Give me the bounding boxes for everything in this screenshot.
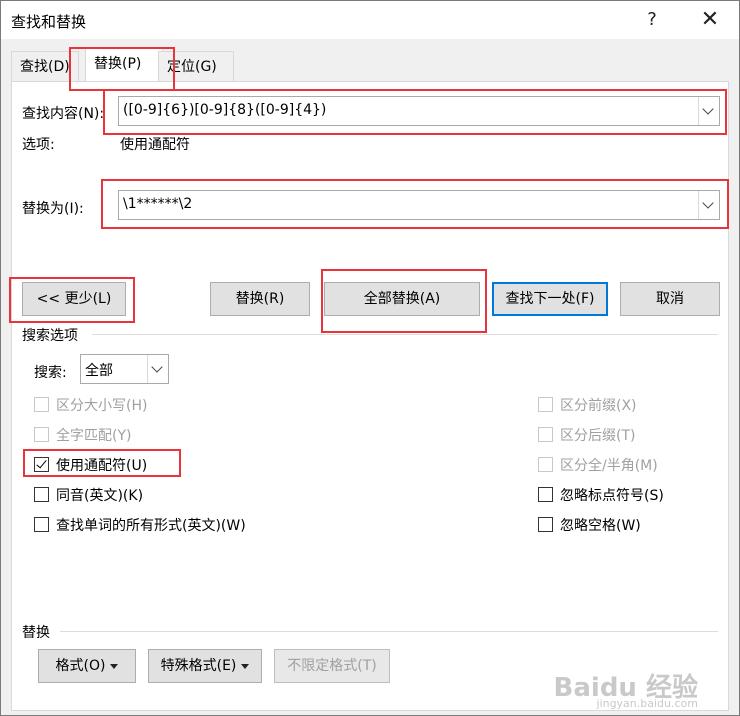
ignore-whitespace-checkbox[interactable] <box>538 517 553 532</box>
use-wildcards-checkbox[interactable] <box>34 457 49 472</box>
no-formatting-button[interactable]: 不限定格式(T) <box>274 649 390 683</box>
checkmark-icon <box>36 457 47 469</box>
sounds-like-checkbox[interactable] <box>34 487 49 502</box>
chevron-down-icon <box>702 103 714 115</box>
find-next-button[interactable]: 查找下一处(F) <box>492 282 608 316</box>
dropdown-arrow-icon <box>110 663 119 669</box>
all-word-forms-label: 查找单词的所有形式(英文)(W) <box>56 518 246 534</box>
dropdown-arrow-icon <box>241 663 250 669</box>
tab-find[interactable]: 查找(D) <box>11 51 79 82</box>
chevron-down-icon <box>702 197 714 209</box>
search-direction-value: 全部 <box>85 363 113 379</box>
sounds-like-label: 同音(英文)(K) <box>56 488 144 504</box>
search-options-title: 搜索选项 <box>22 328 78 344</box>
format-button-label: 格式(O) <box>55 658 106 674</box>
tab-panel: 查找内容(N): ([0-9]{6})[0-9]{8}([0-9]{4}) 选项… <box>11 81 729 711</box>
dialog-title: 查找和替换 <box>11 13 87 31</box>
replace-dropdown-button[interactable] <box>698 191 719 219</box>
special-format-button[interactable]: 特殊格式(E) <box>148 649 262 683</box>
replace-all-button[interactable]: 全部替换(A) <box>324 282 480 316</box>
find-replace-dialog: 查找和替换 ? ✕ 查找(D) 替换(P) 定位(G) 查找内容(N): ([0… <box>0 0 740 716</box>
ignore-whitespace-label: 忽略空格(W) <box>560 518 641 534</box>
whole-word-checkbox[interactable] <box>34 427 49 442</box>
search-direction-dropdown[interactable] <box>147 355 168 383</box>
options-label: 选项: <box>22 137 55 153</box>
tab-replace[interactable]: 替换(P) <box>85 48 163 82</box>
cancel-button[interactable]: 取消 <box>620 282 720 316</box>
ignore-punctuation-checkbox[interactable] <box>538 487 553 502</box>
replace-section-divider <box>60 631 718 632</box>
find-combobox[interactable]: ([0-9]{6})[0-9]{8}([0-9]{4}) <box>118 96 720 126</box>
search-direction-label: 搜索: <box>34 365 67 381</box>
close-button[interactable]: ✕ <box>687 1 733 39</box>
watermark-url: jingyan.baidu.com <box>596 697 698 710</box>
search-direction-select[interactable]: 全部 <box>80 354 169 384</box>
help-button[interactable]: ? <box>629 1 675 39</box>
tab-goto[interactable]: 定位(G) <box>158 51 234 82</box>
find-dropdown-button[interactable] <box>698 97 719 125</box>
ignore-punctuation-label: 忽略标点符号(S) <box>560 488 664 504</box>
match-prefix-label: 区分前缀(X) <box>560 398 637 414</box>
use-wildcards-label: 使用通配符(U) <box>56 458 148 474</box>
match-prefix-checkbox[interactable] <box>538 397 553 412</box>
find-label: 查找内容(N): <box>22 106 105 122</box>
special-format-label: 特殊格式(E) <box>160 658 237 674</box>
title-bar: 查找和替换 ? ✕ <box>1 1 739 39</box>
match-width-checkbox[interactable] <box>538 457 553 472</box>
dialog-client: 查找(D) 替换(P) 定位(G) 查找内容(N): ([0-9]{6})[0-… <box>1 39 739 715</box>
match-width-label: 区分全/半角(M) <box>560 458 658 474</box>
whole-word-label: 全字匹配(Y) <box>56 428 132 444</box>
replace-label: 替换为(I): <box>22 201 84 217</box>
all-word-forms-checkbox[interactable] <box>34 517 49 532</box>
chevron-down-icon <box>151 361 163 373</box>
search-options-divider <box>92 334 718 335</box>
match-suffix-label: 区分后缀(T) <box>560 428 636 444</box>
replace-section-title: 替换 <box>22 625 50 641</box>
replace-input[interactable]: \1******\2 <box>123 196 192 212</box>
match-suffix-checkbox[interactable] <box>538 427 553 442</box>
less-button[interactable]: << 更少(L) <box>22 282 126 316</box>
find-input[interactable]: ([0-9]{6})[0-9]{8}([0-9]{4}) <box>123 102 326 118</box>
match-case-checkbox[interactable] <box>34 397 49 412</box>
format-button[interactable]: 格式(O) <box>38 649 136 683</box>
match-case-label: 区分大小写(H) <box>56 398 148 414</box>
options-value: 使用通配符 <box>120 137 190 153</box>
replace-combobox[interactable]: \1******\2 <box>118 190 720 220</box>
replace-button[interactable]: 替换(R) <box>210 282 310 316</box>
